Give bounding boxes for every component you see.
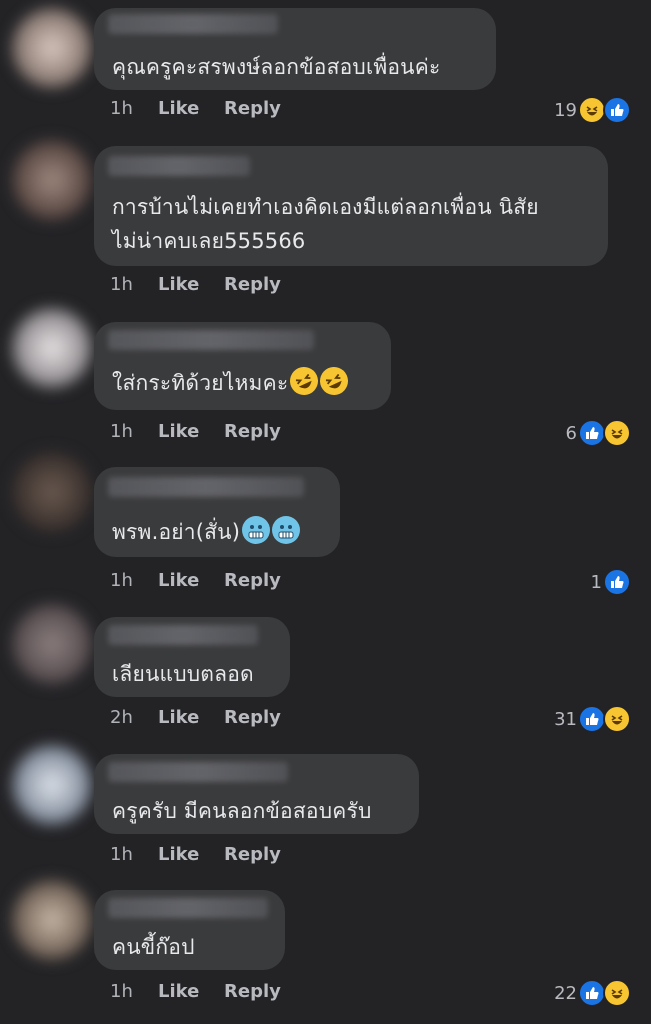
like-button[interactable]: Like	[158, 570, 224, 591]
reaction-summary[interactable]: 6	[566, 419, 631, 447]
haha-icon	[578, 96, 606, 124]
reply-button[interactable]: Reply	[224, 570, 281, 591]
comment-bubble: ครูครับ มีคนลอกข้อสอบครับ	[94, 754, 419, 834]
reply-button[interactable]: Reply	[224, 274, 281, 295]
comment-actions: 1h Like Reply	[110, 981, 281, 1002]
author-name[interactable]	[108, 625, 258, 645]
reaction-count: 19	[554, 99, 577, 121]
author-name[interactable]	[108, 762, 288, 782]
comment-time[interactable]: 1h	[110, 421, 158, 442]
cold-face-emoji	[242, 516, 271, 544]
avatar[interactable]	[12, 604, 92, 684]
reaction-count: 22	[554, 982, 577, 1004]
reaction-summary[interactable]: 22	[554, 979, 631, 1007]
reply-button[interactable]: Reply	[224, 421, 281, 442]
like-button[interactable]: Like	[158, 421, 224, 442]
comment-bubble: ใส่กระทิด้วยไหมคะ	[94, 322, 391, 410]
avatar[interactable]	[12, 745, 92, 825]
reply-button[interactable]: Reply	[224, 707, 281, 728]
reply-button[interactable]: Reply	[224, 981, 281, 1002]
reaction-summary[interactable]: 1	[591, 568, 631, 596]
comment-text: เลียนแบบตลอด	[112, 662, 254, 686]
avatar[interactable]	[12, 880, 92, 960]
author-name[interactable]	[108, 898, 268, 918]
comment-bubble: พรพ.อย่า(สั่น)	[94, 467, 340, 557]
rolling-on-floor-laughing-emoji	[285, 362, 323, 400]
comment-bubble: คนขี้ก๊อป	[94, 890, 285, 970]
haha-icon	[603, 705, 631, 733]
author-name[interactable]	[108, 477, 304, 497]
comment-actions: 1h Like Reply	[110, 844, 281, 865]
comment-text: ครูครับ มีคนลอกข้อสอบครับ	[112, 799, 372, 823]
like-button[interactable]: Like	[158, 707, 224, 728]
reaction-count: 31	[554, 708, 577, 730]
reply-button[interactable]: Reply	[224, 844, 281, 865]
comment-time[interactable]: 1h	[110, 570, 158, 591]
comment-actions: 1h Like Reply	[110, 570, 281, 591]
reaction-count: 1	[590, 571, 602, 593]
like-icon	[578, 705, 606, 733]
haha-icon	[603, 419, 631, 447]
comment-time[interactable]: 1h	[110, 981, 158, 1002]
rolling-on-floor-laughing-emoji	[315, 362, 353, 400]
reaction-count: 6	[565, 422, 577, 444]
like-icon	[578, 979, 606, 1007]
avatar[interactable]	[12, 140, 92, 220]
comment-text: พรพ.อย่า(สั่น)	[112, 515, 326, 549]
comment-text-content: ใส่กระทิด้วยไหมคะ	[112, 371, 289, 395]
comment-actions: 1h Like Reply	[110, 98, 281, 119]
reply-button[interactable]: Reply	[224, 98, 281, 119]
like-button[interactable]: Like	[158, 981, 224, 1002]
comment-text: คนขี้ก๊อป	[112, 935, 195, 959]
haha-icon	[603, 979, 631, 1007]
avatar[interactable]	[12, 8, 92, 88]
comment-actions: 1h Like Reply	[110, 274, 281, 295]
like-button[interactable]: Like	[158, 274, 224, 295]
comment-text: คุณครูคะสรพงษ์ลอกข้อสอบเพื่อนค่ะ	[112, 55, 441, 79]
like-button[interactable]: Like	[158, 844, 224, 865]
comment-text-line-1: การบ้านไม่เคยทำเองคิดเองมีแต่ลอกเพื่อน น…	[112, 195, 539, 219]
like-icon	[603, 568, 631, 596]
author-name[interactable]	[108, 330, 314, 350]
avatar[interactable]	[12, 452, 92, 532]
reaction-summary[interactable]: 19	[554, 96, 631, 124]
like-icon	[578, 419, 606, 447]
author-name[interactable]	[108, 14, 278, 34]
comment-actions: 1h Like Reply	[110, 421, 281, 442]
comment-time[interactable]: 1h	[110, 98, 158, 119]
comment-time[interactable]: 1h	[110, 844, 158, 865]
comment-text-line-2: ไม่น่าคบเลย555566	[112, 229, 306, 253]
comment-text: ใส่กระทิด้วยไหมคะ	[112, 362, 377, 400]
like-button[interactable]: Like	[158, 98, 224, 119]
comment-text-content: พรพ.อย่า(สั่น)	[112, 520, 241, 544]
avatar[interactable]	[12, 308, 92, 388]
comment-actions: 2h Like Reply	[110, 707, 281, 728]
comment-time[interactable]: 2h	[110, 707, 158, 728]
comment-bubble: คุณครูคะสรพงษ์ลอกข้อสอบเพื่อนค่ะ	[94, 8, 496, 90]
cold-face-emoji	[272, 516, 301, 544]
comment-time[interactable]: 1h	[110, 274, 158, 295]
comment-bubble: เลียนแบบตลอด	[94, 617, 290, 697]
like-icon	[603, 96, 631, 124]
reaction-summary[interactable]: 31	[554, 705, 631, 733]
comment-bubble: การบ้านไม่เคยทำเองคิดเองมีแต่ลอกเพื่อน น…	[94, 146, 608, 266]
author-name[interactable]	[108, 156, 250, 176]
